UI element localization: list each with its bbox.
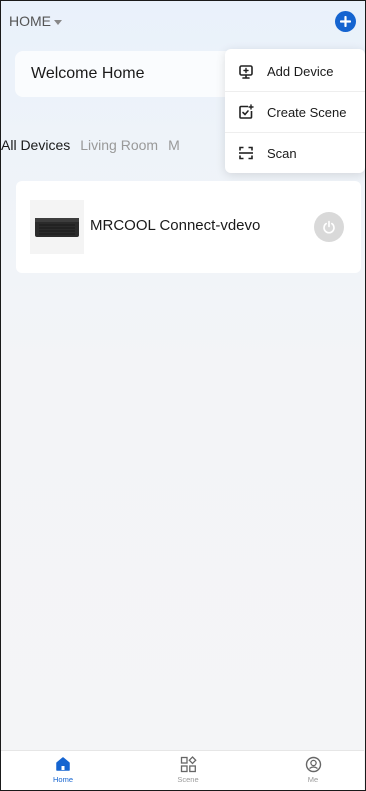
- home-icon: [53, 754, 73, 774]
- nav-home[interactable]: Home: [33, 754, 93, 784]
- bottom-nav: Home Scene Me: [1, 750, 364, 790]
- welcome-text: Welcome Home: [31, 65, 145, 82]
- menu-item-label: Scan: [267, 145, 297, 161]
- create-scene-icon: [237, 103, 255, 121]
- menu-item-label: Add Device: [267, 64, 334, 79]
- device-name: MRCOOL Connect-vdevo: [90, 217, 261, 234]
- nav-label: Scene: [177, 775, 199, 784]
- menu-item-scan[interactable]: Scan: [225, 132, 365, 173]
- mini-split-unit-image: [30, 200, 84, 254]
- add-button[interactable]: [335, 11, 356, 32]
- device-card[interactable]: MRCOOL Connect-vdevo: [16, 181, 361, 273]
- nav-label: Home: [52, 775, 73, 784]
- tab-living-room[interactable]: Living Room: [80, 137, 158, 153]
- power-button[interactable]: [314, 212, 344, 242]
- nav-label: Me: [307, 775, 319, 784]
- menu-item-create-scene[interactable]: Create Scene: [225, 91, 365, 132]
- home-selector[interactable]: HOME: [9, 13, 62, 29]
- menu-item-add-device[interactable]: Add Device: [225, 51, 365, 92]
- tab-all-devices[interactable]: All Devices: [1, 137, 70, 153]
- plus-icon: [340, 16, 351, 27]
- nav-scene[interactable]: Scene: [158, 754, 218, 784]
- nav-me[interactable]: Me: [283, 754, 343, 784]
- me-icon: [303, 754, 323, 774]
- scan-icon: [237, 144, 255, 162]
- menu-item-label: Create Scene: [267, 104, 347, 120]
- room-tabs: All Devices Living Room M: [1, 137, 180, 153]
- scene-icon: [178, 754, 198, 774]
- tab-more[interactable]: M: [168, 137, 180, 153]
- add-menu: Add Device Create Scene Scan: [225, 49, 365, 173]
- add-device-icon: [237, 63, 255, 81]
- power-icon: [323, 220, 335, 234]
- welcome-card: Welcome Home: [15, 51, 245, 97]
- home-label: HOME: [9, 13, 51, 29]
- app-frame: HOME Welcome Home All Devices Living Roo…: [0, 0, 366, 791]
- caret-down-icon: [54, 19, 62, 25]
